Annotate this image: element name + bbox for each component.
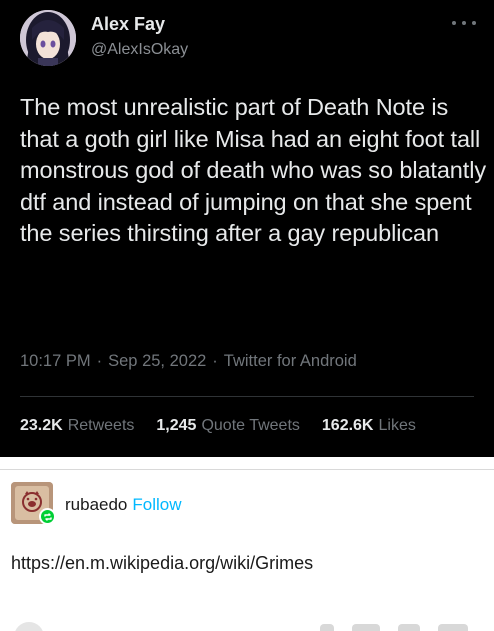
quote-tweets-count: 1,245 [156, 417, 197, 434]
tweet-card: Alex Fay @AlexIsOkay The most unrealisti… [0, 0, 494, 457]
screenshot-page: Alex Fay @AlexIsOkay The most unrealisti… [0, 0, 494, 631]
tweet-time[interactable]: 10:17 PM [20, 352, 91, 371]
retweets-stat[interactable]: 23.2K Retweets [20, 417, 134, 435]
likes-count: 162.6K [321, 417, 374, 434]
reblogger-username[interactable]: rubaedo [65, 495, 127, 514]
quote-tweets-label: Quote Tweets [201, 417, 300, 434]
meta-separator: · [212, 352, 218, 370]
meta-separator: · [96, 352, 103, 370]
dot [472, 21, 476, 25]
next-post-header-partial [320, 624, 470, 631]
partial-glyph [352, 624, 380, 631]
quote-tweets-stat[interactable]: 1,245 Quote Tweets [156, 417, 299, 435]
author-avatar[interactable] [20, 10, 76, 66]
tweet-metadata: 10:17 PM · Sep 25, 2022 · Twitter for An… [20, 352, 357, 371]
wikipedia-link[interactable]: https://en.m.wikipedia.org/wiki/Grimes [11, 553, 313, 574]
author-handle[interactable]: @AlexIsOkay [91, 41, 188, 59]
tweet-text: The most unrealistic part of Death Note … [20, 94, 486, 246]
reblogger-avatar[interactable] [11, 482, 56, 525]
section-divider [0, 469, 494, 470]
tweet-source[interactable]: Twitter for Android [224, 352, 357, 371]
retweets-count: 23.2K [20, 417, 63, 434]
more-horizontal-icon[interactable] [452, 17, 476, 29]
next-post-avatar[interactable] [14, 622, 44, 631]
partial-glyph [320, 624, 334, 631]
partial-glyph [398, 624, 420, 631]
divider [20, 396, 474, 397]
author-name[interactable]: Alex Fay [91, 14, 165, 35]
dot [462, 21, 466, 25]
tweet-date[interactable]: Sep 25, 2022 [108, 352, 206, 371]
likes-label: Likes [378, 417, 416, 434]
tweet-stats: 23.2K Retweets 1,245 Quote Tweets 162.6K… [20, 417, 416, 435]
retweets-label: Retweets [67, 417, 135, 434]
partial-glyph [438, 624, 468, 631]
reblog-header: rubaedo Follow [65, 495, 182, 515]
dot [452, 21, 456, 25]
anime-girl-avatar-icon [20, 10, 76, 66]
follow-button[interactable]: Follow [132, 495, 181, 514]
reblog-icon [39, 508, 56, 525]
likes-stat[interactable]: 162.6K Likes [322, 417, 416, 435]
